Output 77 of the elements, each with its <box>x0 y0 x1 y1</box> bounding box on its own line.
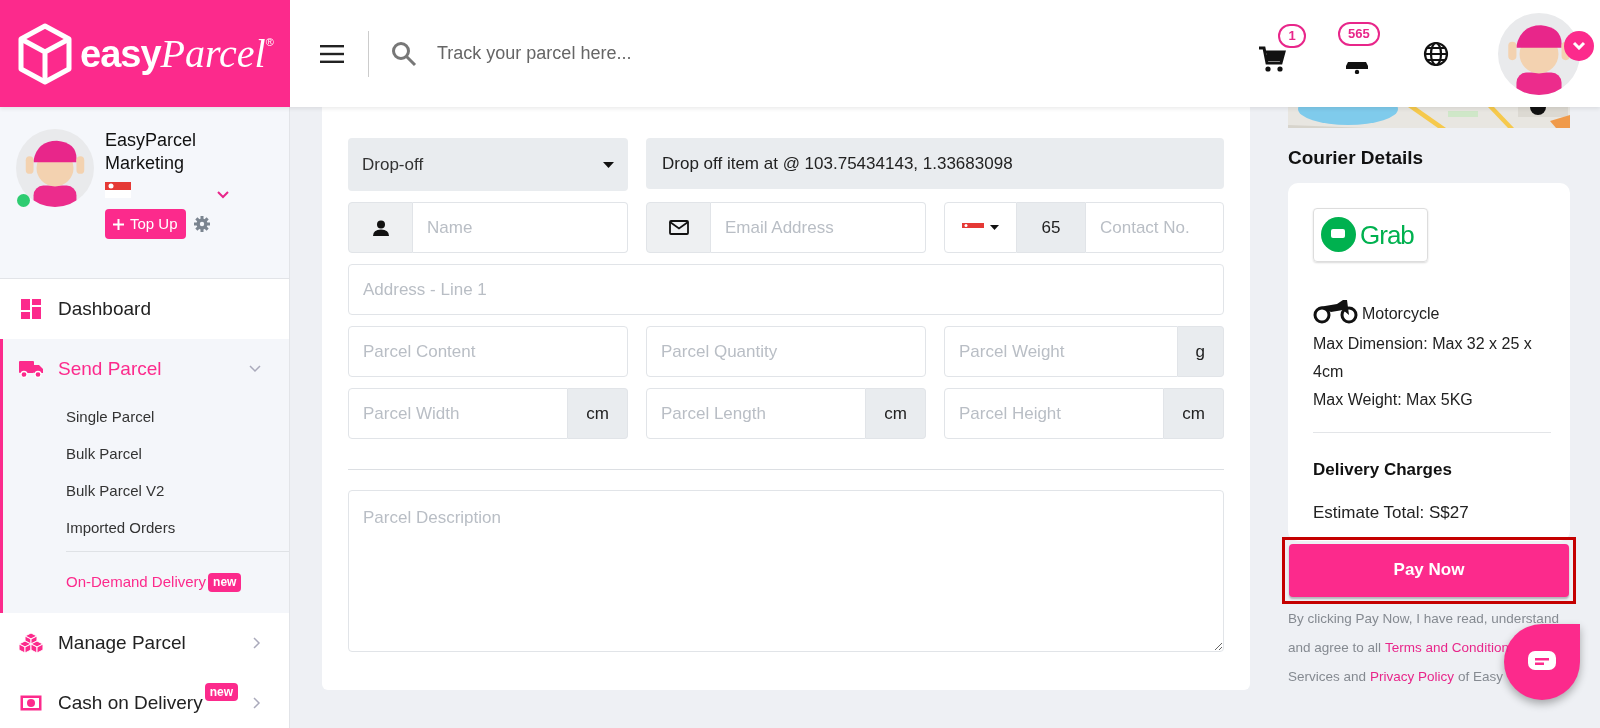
parcel-field[interactable]: Parcel Height <box>944 388 1165 439</box>
name-field[interactable]: Name <box>413 202 628 253</box>
logo-text: Parcel <box>160 33 266 74</box>
section-title: Courier Details <box>1288 146 1425 170</box>
vehicle-type: Motorcycle <box>1362 303 1440 324</box>
contact-number-field[interactable]: Contact No. <box>1085 202 1224 253</box>
parcel-field[interactable]: Parcel Quantity <box>646 326 926 377</box>
max-weight: Max Weight: Max 5KG <box>1313 389 1474 410</box>
account-menu-button[interactable] <box>1564 30 1594 61</box>
sidebar-item[interactable]: Cash on Delivery new <box>3 673 289 728</box>
cash-icon <box>20 695 42 711</box>
chevron-down-icon <box>217 191 229 199</box>
courier-name: Grab <box>1360 221 1414 248</box>
parcel-field[interactable]: Parcel Content <box>348 326 628 377</box>
track-search-field[interactable]: Track your parcel here... <box>437 33 937 74</box>
country-code-addon: 65 <box>1017 202 1085 253</box>
globe-icon <box>1423 40 1449 67</box>
search-icon <box>391 40 417 67</box>
caret-down-icon <box>603 161 614 168</box>
terms-link[interactable]: Terms and Condition <box>1385 632 1509 662</box>
logo-text: easy <box>80 34 161 73</box>
terms-text: By clicking Pay Now, I have read, understand <box>1288 609 1559 628</box>
settings-button[interactable] <box>193 216 210 232</box>
delivery-type-select[interactable]: Drop-off <box>348 138 628 191</box>
courier-icon <box>1321 217 1356 252</box>
mail-icon <box>668 220 689 235</box>
account-name: EasyParcel Marketing <box>105 129 198 175</box>
country-select[interactable] <box>944 202 1017 253</box>
cart-icon <box>1258 44 1286 73</box>
unit-addon: cm <box>568 388 628 439</box>
flag-icon <box>105 182 131 198</box>
menu-icon <box>320 44 344 63</box>
box-icon <box>18 22 72 85</box>
dashboard-icon <box>21 299 41 319</box>
parcel-field[interactable]: Parcel Width <box>348 388 569 439</box>
address-field[interactable]: Address - Line 1 <box>348 264 1224 315</box>
plus-icon <box>113 218 124 230</box>
unit-addon: cm <box>866 388 926 439</box>
submenu-item[interactable]: Single Parcel <box>66 406 155 429</box>
terms-text: and agree to all <box>1288 638 1382 657</box>
cart-count-badge: 1 <box>1278 23 1306 48</box>
parcel-field[interactable]: Parcel Length <box>646 388 867 439</box>
parcel-description-field[interactable]: Parcel Description <box>348 490 1224 652</box>
sidebar-item[interactable]: Dashboard <box>3 279 289 339</box>
motorcycle-icon <box>1313 297 1358 324</box>
max-dimension: Max Dimension: Max 32 x 25 x 4cm <box>1313 333 1533 382</box>
caret-down-icon <box>990 225 999 230</box>
new-badge: new <box>208 573 242 592</box>
submenu-item[interactable]: Bulk Parcel <box>66 443 142 466</box>
person-icon <box>372 219 389 236</box>
registered-mark: ® <box>265 34 274 50</box>
pay-now-button[interactable]: Pay Now <box>1289 543 1569 597</box>
boxes-icon <box>19 633 43 653</box>
chevron-down-icon <box>249 365 261 373</box>
chevron-right-icon <box>253 697 261 709</box>
unit-addon: cm <box>1164 388 1224 439</box>
chevron-right-icon <box>253 637 261 649</box>
terms-text: of Easy <box>1458 667 1504 686</box>
parcel-field[interactable]: Parcel Weight <box>944 326 1178 377</box>
email-field[interactable]: Email Address <box>711 202 926 253</box>
account-switch-button[interactable] <box>217 191 229 199</box>
chevron-down-icon <box>1572 41 1586 50</box>
settings-icon <box>193 216 210 232</box>
truck-icon <box>19 360 43 378</box>
sidebar-item[interactable]: Manage Parcel <box>3 613 289 673</box>
notification-count-badge: 565 <box>1338 21 1380 46</box>
terms-link[interactable]: Privacy Policy <box>1370 661 1455 691</box>
new-badge: new <box>204 683 238 701</box>
language-button[interactable] <box>1422 39 1450 68</box>
unit-addon: g <box>1177 326 1224 377</box>
submenu-item[interactable]: Bulk Parcel V2 <box>66 480 165 503</box>
section-title: Delivery Charges <box>1313 458 1453 481</box>
top-up-button[interactable]: Top Up <box>105 209 186 239</box>
terms-text: Services and <box>1288 667 1367 686</box>
submenu-item[interactable]: Imported Orders <box>66 517 176 540</box>
location-field: Drop off item at @ 103.75434143, 1.33683098 <box>646 138 1224 189</box>
estimate-total: Estimate Total: S$27 <box>1313 502 1470 524</box>
